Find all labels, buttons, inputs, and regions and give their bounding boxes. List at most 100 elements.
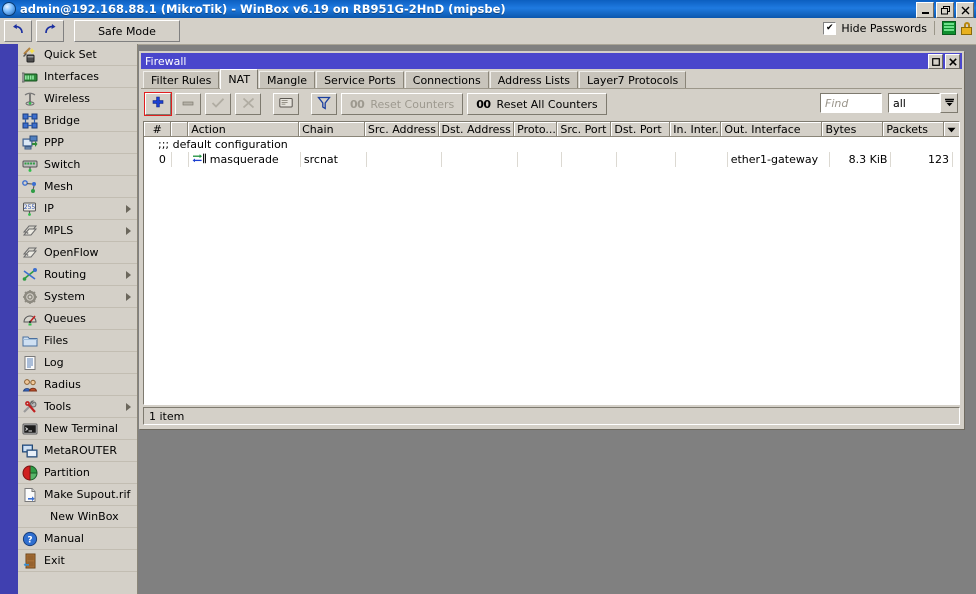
sidebar-item-quick-set[interactable]: Quick Set [18,44,137,66]
tab-filter-rules[interactable]: Filter Rules [143,71,220,88]
metarouter-icon [22,443,38,459]
column-header-src-address[interactable]: Src. Address [364,122,439,137]
sidebar-item-switch[interactable]: Switch [18,154,137,176]
minimize-button[interactable] [916,2,934,18]
restore-button[interactable] [936,2,954,18]
firewall-window: Firewall Filter Rules NAT Mangle Service… [139,51,964,429]
remove-rule-button[interactable] [175,93,201,115]
chevron-right-icon [126,226,131,235]
cell-bytes: 8.3 KiB [830,152,892,167]
files-folder-icon [22,333,38,349]
add-rule-button[interactable] [144,92,172,116]
sidebar-item-label: OpenFlow [44,246,99,259]
sidebar-item-make-supout[interactable]: Make Supout.rif [18,484,137,506]
undo-button[interactable] [4,20,32,42]
sidebar-item-new-terminal[interactable]: New Terminal [18,418,137,440]
radius-users-icon [22,377,38,393]
column-header-bytes[interactable]: Bytes [822,122,884,137]
sidebar-item-mesh[interactable]: Mesh [18,176,137,198]
blank-icon [22,509,38,525]
find-input[interactable]: Find [820,93,882,113]
sidebar-item-metarouter[interactable]: MetaROUTER [18,440,137,462]
table-comment-row[interactable]: ;;; default configuration [144,137,959,152]
sidebar-item-label: Log [44,356,64,369]
filter-scope-dropdown-button[interactable] [940,93,958,113]
safe-mode-label: Safe Mode [98,24,156,38]
tab-layer7-protocols[interactable]: Layer7 Protocols [579,71,687,88]
column-header-chain[interactable]: Chain [299,122,365,137]
tab-nat[interactable]: NAT [220,69,259,89]
table-row[interactable]: 0 masquerade srcnat ether1-gateway 8.3 K… [144,152,959,167]
winbox-logo-icon [2,2,16,16]
reset-all-counters-button[interactable]: 00 Reset All Counters [467,93,607,115]
sidebar-item-system[interactable]: System [18,286,137,308]
safe-mode-button[interactable]: Safe Mode [74,20,180,42]
tab-connections[interactable]: Connections [404,71,489,88]
main-toolbar: Safe Mode ✔ Hide Passwords [0,18,976,45]
switch-icon [22,157,38,173]
column-header-action[interactable]: Action [188,122,300,137]
hide-passwords-checkbox[interactable]: ✔ [823,21,837,35]
column-header-dst-address[interactable]: Dst. Address [438,122,515,137]
counter-glyph: 00 [350,97,365,111]
sidebar-item-ppp[interactable]: PPP [18,132,137,154]
firewall-close-button[interactable] [945,54,960,69]
sidebar-item-mpls[interactable]: MPLS [18,220,137,242]
column-header-dst-port[interactable]: Dst. Port [611,122,671,137]
sidebar-item-new-winbox[interactable]: New WinBox [18,506,137,528]
nat-rules-table: # Action Chain Src. Address Dst. Address… [143,121,960,405]
tab-label: Address Lists [497,73,571,87]
sidebar-item-tools[interactable]: Tools [18,396,137,418]
sidebar-item-routing[interactable]: Routing [18,264,137,286]
tab-mangle[interactable]: Mangle [259,71,316,88]
sidebar-item-files[interactable]: Files [18,330,137,352]
sidebar-item-radius[interactable]: Radius [18,374,137,396]
firewall-statusbar: 1 item [143,407,960,425]
sidebar-item-log[interactable]: Log [18,352,137,374]
mpls-icon [22,223,38,239]
disable-rule-button[interactable] [235,93,261,115]
firewall-tabs: Filter Rules NAT Mangle Service Ports Co… [141,69,962,89]
column-header-in-interface[interactable]: In. Inter... [670,122,722,137]
firewall-titlebar[interactable]: Firewall [141,53,962,69]
plus-icon [151,96,165,113]
sidebar-item-label: Interfaces [44,70,99,83]
cell-dst-port [617,152,677,167]
column-header-src-port[interactable]: Src. Port [557,122,612,137]
sidebar-item-queues[interactable]: Queues [18,308,137,330]
column-header-packets[interactable]: Packets [883,122,945,137]
redo-button[interactable] [36,20,64,42]
tab-service-ports[interactable]: Service Ports [316,71,404,88]
cell-chain: srcnat [301,152,368,167]
column-header-out-interface[interactable]: Out. Interface [721,122,823,137]
close-button[interactable] [956,2,974,18]
reset-counters-label: Reset Counters [370,97,455,111]
sidebar-item-openflow[interactable]: OpenFlow [18,242,137,264]
firewall-restore-button[interactable] [928,54,943,69]
sidebar-item-bridge[interactable]: Bridge [18,110,137,132]
chevron-right-icon [126,204,131,213]
sidebar-item-exit[interactable]: Exit [18,550,137,572]
tab-address-lists[interactable]: Address Lists [489,71,579,88]
sidebar-accent-strip [0,44,18,594]
column-header-flags[interactable] [171,122,189,137]
filter-button[interactable] [311,93,337,115]
sidebar-item-partition[interactable]: Partition [18,462,137,484]
sidebar-item-ip[interactable]: 255 IP [18,198,137,220]
column-header-protocol[interactable]: Proto... [514,122,558,137]
sidebar-menu: Quick Set Interfaces Wireless Bridge PPP… [18,44,138,594]
sidebar-item-manual[interactable]: ? Manual [18,528,137,550]
sidebar-item-interfaces[interactable]: Interfaces [18,66,137,88]
interfaces-icon [22,69,38,85]
tab-label: Filter Rules [151,73,212,87]
column-header-number[interactable]: # [144,122,172,137]
chevron-down-icon [947,123,956,136]
enable-rule-button[interactable] [205,93,231,115]
terminal-icon [22,421,38,437]
filter-scope-select[interactable]: all [888,93,940,113]
column-chooser-button[interactable] [944,122,959,137]
comment-button[interactable] [273,93,299,115]
find-placeholder: Find [825,96,849,110]
reset-counters-button[interactable]: 00 Reset Counters [341,93,464,115]
sidebar-item-wireless[interactable]: Wireless [18,88,137,110]
